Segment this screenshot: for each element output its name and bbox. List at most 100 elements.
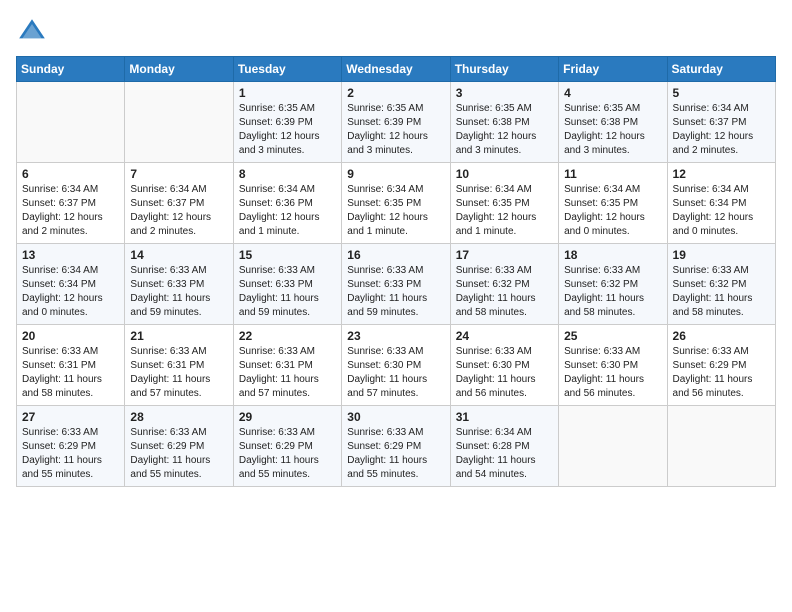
- day-number: 8: [239, 167, 336, 181]
- page-header: [16, 16, 776, 48]
- day-cell: [667, 406, 775, 487]
- day-detail: Sunrise: 6:34 AM Sunset: 6:37 PM Dayligh…: [22, 183, 119, 239]
- week-row-3: 20 Sunrise: 6:33 AM Sunset: 6:31 PM Dayli…: [17, 325, 776, 406]
- week-row-1: 6 Sunrise: 6:34 AM Sunset: 6:37 PM Daylig…: [17, 163, 776, 244]
- day-number: 7: [130, 167, 227, 181]
- day-detail: Sunrise: 6:34 AM Sunset: 6:34 PM Dayligh…: [22, 264, 119, 320]
- day-cell: 2 Sunrise: 6:35 AM Sunset: 6:39 PM Daylig…: [342, 82, 450, 163]
- day-cell: 4 Sunrise: 6:35 AM Sunset: 6:38 PM Daylig…: [559, 82, 667, 163]
- day-detail: Sunrise: 6:34 AM Sunset: 6:37 PM Dayligh…: [673, 102, 770, 158]
- day-cell: 31Sunrise: 6:34 AM Sunset: 6:28 PM Dayli…: [450, 406, 558, 487]
- week-row-0: 1 Sunrise: 6:35 AM Sunset: 6:39 PM Daylig…: [17, 82, 776, 163]
- day-cell: 25Sunrise: 6:33 AM Sunset: 6:30 PM Dayli…: [559, 325, 667, 406]
- day-detail: Sunrise: 6:33 AM Sunset: 6:29 PM Dayligh…: [347, 426, 444, 482]
- day-detail: Sunrise: 6:33 AM Sunset: 6:32 PM Dayligh…: [456, 264, 553, 320]
- day-number: 17: [456, 248, 553, 262]
- day-detail: Sunrise: 6:35 AM Sunset: 6:39 PM Dayligh…: [239, 102, 336, 158]
- day-detail: Sunrise: 6:34 AM Sunset: 6:28 PM Dayligh…: [456, 426, 553, 482]
- day-cell: 17 Sunrise: 6:33 AM Sunset: 6:32 PM Dayli…: [450, 244, 558, 325]
- day-cell: [125, 82, 233, 163]
- day-detail: Sunrise: 6:33 AM Sunset: 6:33 PM Dayligh…: [347, 264, 444, 320]
- day-cell: 8 Sunrise: 6:34 AM Sunset: 6:36 PM Daylig…: [233, 163, 341, 244]
- day-cell: 13Sunrise: 6:34 AM Sunset: 6:34 PM Dayli…: [17, 244, 125, 325]
- day-cell: 11Sunrise: 6:34 AM Sunset: 6:35 PM Dayli…: [559, 163, 667, 244]
- day-detail: Sunrise: 6:33 AM Sunset: 6:32 PM Dayligh…: [673, 264, 770, 320]
- day-number: 2: [347, 86, 444, 100]
- day-detail: Sunrise: 6:33 AM Sunset: 6:30 PM Dayligh…: [564, 345, 661, 401]
- day-cell: [559, 406, 667, 487]
- day-number: 11: [564, 167, 661, 181]
- day-detail: Sunrise: 6:33 AM Sunset: 6:33 PM Dayligh…: [130, 264, 227, 320]
- day-cell: 26 Sunrise: 6:33 AM Sunset: 6:29 PM Dayli…: [667, 325, 775, 406]
- day-number: 9: [347, 167, 444, 181]
- day-number: 27: [22, 410, 119, 424]
- day-detail: Sunrise: 6:33 AM Sunset: 6:29 PM Dayligh…: [673, 345, 770, 401]
- day-detail: Sunrise: 6:33 AM Sunset: 6:29 PM Dayligh…: [130, 426, 227, 482]
- day-cell: 12 Sunrise: 6:34 AM Sunset: 6:34 PM Dayli…: [667, 163, 775, 244]
- header-friday: Friday: [559, 57, 667, 82]
- day-cell: 15 Sunrise: 6:33 AM Sunset: 6:33 PM Dayli…: [233, 244, 341, 325]
- day-detail: Sunrise: 6:33 AM Sunset: 6:31 PM Dayligh…: [239, 345, 336, 401]
- day-cell: 10 Sunrise: 6:34 AM Sunset: 6:35 PM Dayli…: [450, 163, 558, 244]
- day-number: 21: [130, 329, 227, 343]
- day-number: 19: [673, 248, 770, 262]
- day-detail: Sunrise: 6:33 AM Sunset: 6:31 PM Dayligh…: [22, 345, 119, 401]
- day-number: 22: [239, 329, 336, 343]
- day-cell: 9 Sunrise: 6:34 AM Sunset: 6:35 PM Daylig…: [342, 163, 450, 244]
- day-number: 5: [673, 86, 770, 100]
- day-number: 15: [239, 248, 336, 262]
- day-detail: Sunrise: 6:33 AM Sunset: 6:33 PM Dayligh…: [239, 264, 336, 320]
- header-tuesday: Tuesday: [233, 57, 341, 82]
- day-cell: 19 Sunrise: 6:33 AM Sunset: 6:32 PM Dayli…: [667, 244, 775, 325]
- day-cell: 5 Sunrise: 6:34 AM Sunset: 6:37 PM Daylig…: [667, 82, 775, 163]
- day-detail: Sunrise: 6:34 AM Sunset: 6:35 PM Dayligh…: [347, 183, 444, 239]
- week-row-2: 13Sunrise: 6:34 AM Sunset: 6:34 PM Dayli…: [17, 244, 776, 325]
- day-number: 6: [22, 167, 119, 181]
- day-cell: 22 Sunrise: 6:33 AM Sunset: 6:31 PM Dayli…: [233, 325, 341, 406]
- day-detail: Sunrise: 6:33 AM Sunset: 6:31 PM Dayligh…: [130, 345, 227, 401]
- day-number: 26: [673, 329, 770, 343]
- day-header-row: SundayMondayTuesdayWednesdayThursdayFrid…: [17, 57, 776, 82]
- day-cell: 24 Sunrise: 6:33 AM Sunset: 6:30 PM Dayli…: [450, 325, 558, 406]
- day-number: 3: [456, 86, 553, 100]
- day-detail: Sunrise: 6:33 AM Sunset: 6:30 PM Dayligh…: [456, 345, 553, 401]
- day-detail: Sunrise: 6:35 AM Sunset: 6:38 PM Dayligh…: [456, 102, 553, 158]
- day-cell: 1 Sunrise: 6:35 AM Sunset: 6:39 PM Daylig…: [233, 82, 341, 163]
- day-detail: Sunrise: 6:33 AM Sunset: 6:29 PM Dayligh…: [239, 426, 336, 482]
- day-detail: Sunrise: 6:33 AM Sunset: 6:30 PM Dayligh…: [347, 345, 444, 401]
- week-row-4: 27 Sunrise: 6:33 AM Sunset: 6:29 PM Dayli…: [17, 406, 776, 487]
- day-detail: Sunrise: 6:34 AM Sunset: 6:36 PM Dayligh…: [239, 183, 336, 239]
- day-detail: Sunrise: 6:35 AM Sunset: 6:38 PM Dayligh…: [564, 102, 661, 158]
- day-cell: 30 Sunrise: 6:33 AM Sunset: 6:29 PM Dayli…: [342, 406, 450, 487]
- day-number: 28: [130, 410, 227, 424]
- day-number: 24: [456, 329, 553, 343]
- day-number: 30: [347, 410, 444, 424]
- day-number: 20: [22, 329, 119, 343]
- day-cell: 18 Sunrise: 6:33 AM Sunset: 6:32 PM Dayli…: [559, 244, 667, 325]
- day-number: 23: [347, 329, 444, 343]
- day-number: 1: [239, 86, 336, 100]
- day-cell: 21 Sunrise: 6:33 AM Sunset: 6:31 PM Dayli…: [125, 325, 233, 406]
- day-cell: 7 Sunrise: 6:34 AM Sunset: 6:37 PM Daylig…: [125, 163, 233, 244]
- day-detail: Sunrise: 6:34 AM Sunset: 6:34 PM Dayligh…: [673, 183, 770, 239]
- header-monday: Monday: [125, 57, 233, 82]
- day-detail: Sunrise: 6:34 AM Sunset: 6:35 PM Dayligh…: [456, 183, 553, 239]
- day-detail: Sunrise: 6:33 AM Sunset: 6:32 PM Dayligh…: [564, 264, 661, 320]
- day-cell: 6 Sunrise: 6:34 AM Sunset: 6:37 PM Daylig…: [17, 163, 125, 244]
- day-cell: 16 Sunrise: 6:33 AM Sunset: 6:33 PM Dayli…: [342, 244, 450, 325]
- day-number: 14: [130, 248, 227, 262]
- day-number: 10: [456, 167, 553, 181]
- day-number: 4: [564, 86, 661, 100]
- day-number: 12: [673, 167, 770, 181]
- logo-icon: [16, 16, 48, 48]
- day-detail: Sunrise: 6:34 AM Sunset: 6:37 PM Dayligh…: [130, 183, 227, 239]
- calendar-table: SundayMondayTuesdayWednesdayThursdayFrid…: [16, 56, 776, 487]
- logo: [16, 16, 52, 48]
- day-cell: 3 Sunrise: 6:35 AM Sunset: 6:38 PM Daylig…: [450, 82, 558, 163]
- day-number: 18: [564, 248, 661, 262]
- day-number: 16: [347, 248, 444, 262]
- header-sunday: Sunday: [17, 57, 125, 82]
- header-thursday: Thursday: [450, 57, 558, 82]
- day-cell: 29Sunrise: 6:33 AM Sunset: 6:29 PM Dayli…: [233, 406, 341, 487]
- day-detail: Sunrise: 6:35 AM Sunset: 6:39 PM Dayligh…: [347, 102, 444, 158]
